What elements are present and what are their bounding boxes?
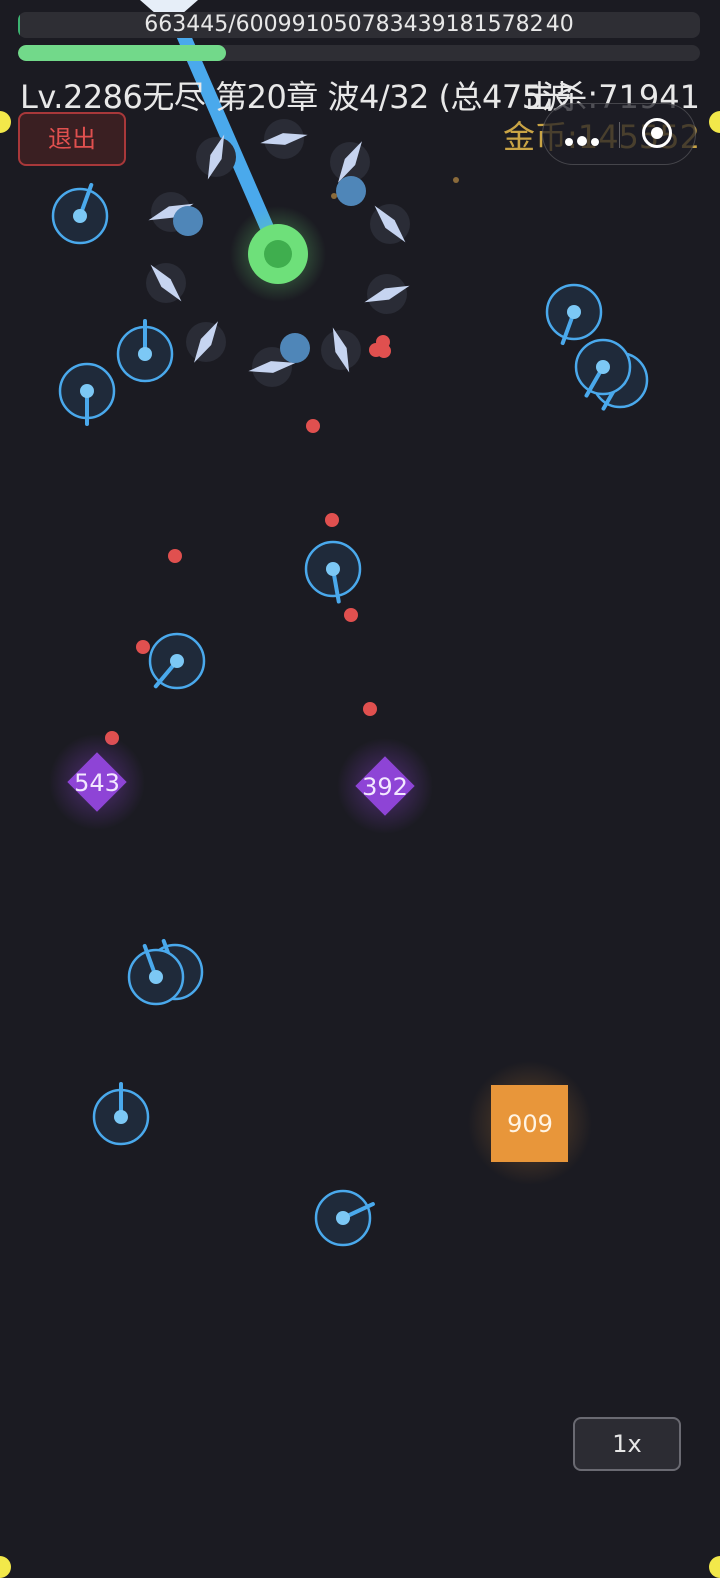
close-mini-program-icon[interactable] <box>642 118 672 148</box>
orbit-orb <box>173 206 203 236</box>
diamond-enemy-hp: 543 <box>74 769 120 797</box>
turret-core <box>326 562 340 576</box>
more-icon[interactable] <box>565 131 605 146</box>
diamond-enemy-hp: 392 <box>362 773 408 801</box>
turret-core <box>114 1110 128 1124</box>
mode-text: 无尽 <box>142 78 206 116</box>
enemy-projectile <box>377 344 391 358</box>
wave-text: 波4/32 <box>327 78 429 116</box>
level-text: Lv.2286 <box>20 78 143 116</box>
xp-bar-fill <box>18 45 226 61</box>
debris <box>331 193 337 199</box>
enemy-projectile <box>136 640 150 654</box>
turret-core <box>336 1211 350 1225</box>
capsule-divider <box>619 122 620 148</box>
enemy-projectile <box>344 608 358 622</box>
projectile-group <box>105 335 391 745</box>
enemy-projectile <box>168 549 182 563</box>
turret-core <box>170 654 184 668</box>
player-core <box>264 240 292 268</box>
edge-marker <box>709 1556 720 1578</box>
turret-core <box>567 305 581 319</box>
game-field: 543 392 909 <box>49 0 649 1247</box>
debris <box>453 177 459 183</box>
enemy-projectile <box>363 702 377 716</box>
xp-bar <box>18 45 700 61</box>
chapter-text: 第20章 <box>215 78 318 116</box>
orbit-orb <box>336 176 366 206</box>
hp-bar: 663445/6009910507834391815782 40 <box>18 12 700 38</box>
turret-core <box>138 347 152 361</box>
enemy-projectile <box>325 513 339 527</box>
hp-text: 663445/6009910507834391815782 40 <box>144 12 574 37</box>
mini-program-capsule <box>542 103 696 165</box>
exit-button[interactable]: 退出 <box>18 112 126 166</box>
turret-core <box>73 209 87 223</box>
square-enemy-hp: 909 <box>507 1110 553 1138</box>
turret-core <box>80 384 94 398</box>
turret-core <box>149 970 163 984</box>
turret-core <box>596 360 610 374</box>
orbit-orb <box>280 333 310 363</box>
speed-toggle-button[interactable]: 1x <box>573 1417 681 1471</box>
enemy-projectile <box>306 419 320 433</box>
